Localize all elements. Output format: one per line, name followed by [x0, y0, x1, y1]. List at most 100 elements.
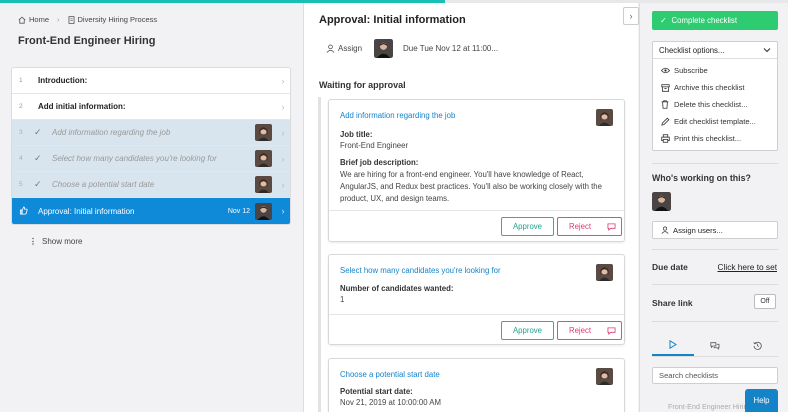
- chevron-right-icon: ›: [57, 15, 60, 24]
- avatar: [255, 202, 272, 220]
- task-list: 1 Introduction: › 2 Add initial informat…: [11, 67, 291, 225]
- task-label: Approval: Initial information: [38, 206, 135, 216]
- task-item[interactable]: 4 ✓ Select how many candidates you're lo…: [12, 146, 290, 172]
- approve-button[interactable]: Approve: [501, 217, 554, 236]
- more-vertical-icon: ⋮: [29, 237, 37, 246]
- chevron-right-icon: ›: [281, 153, 285, 164]
- menu-item-print[interactable]: Print this checklist...: [653, 130, 777, 147]
- task-item[interactable]: 3 ✓ Add information regarding the job ›: [12, 120, 290, 146]
- menu-item-label: Archive this checklist: [674, 83, 745, 92]
- menu-item-archive[interactable]: Archive this checklist: [653, 79, 777, 96]
- approval-card: Choose a potential start date Potential …: [328, 358, 625, 412]
- divider: [652, 321, 778, 322]
- field-value: Nov 21, 2019 at 10:00:00 AM: [340, 398, 441, 407]
- avatar: [596, 264, 613, 281]
- task-item-active[interactable]: Approval: Initial information Nov 12 ›: [12, 198, 290, 224]
- task-item[interactable]: 5 ✓ Choose a potential start date ›: [12, 172, 290, 198]
- field-label: Potential start date:: [340, 387, 413, 396]
- field-value: Front-End Engineer: [340, 141, 409, 150]
- timeline-rail: [318, 97, 321, 412]
- menu-item-subscribe[interactable]: Subscribe: [653, 62, 777, 79]
- home-icon: [18, 16, 26, 24]
- field-value: 1: [340, 295, 345, 304]
- approve-button[interactable]: Approve: [501, 321, 554, 340]
- card-title[interactable]: Select how many candidates you're lookin…: [340, 266, 501, 275]
- menu-item-label: Delete this checklist...: [674, 100, 748, 109]
- card-title[interactable]: Choose a potential start date: [340, 370, 440, 379]
- set-due-date-link[interactable]: Click here to set: [718, 262, 777, 272]
- avatar: [596, 109, 613, 126]
- assign-button[interactable]: Assign: [326, 44, 362, 53]
- avatar: [255, 150, 272, 167]
- comment-button[interactable]: [602, 321, 622, 340]
- chevron-right-icon: ›: [281, 75, 285, 86]
- play-icon: [669, 340, 677, 349]
- chevron-right-icon: ›: [281, 179, 285, 190]
- checklist-title: Front-End Engineer Hiring: [18, 35, 156, 47]
- task-item[interactable]: 1 Introduction: ›: [12, 68, 290, 94]
- task-title: Approval: Initial information: [319, 14, 466, 26]
- task-label: Choose a potential start date: [52, 180, 155, 189]
- task-number: 2: [19, 103, 23, 110]
- breadcrumb-home[interactable]: Home: [18, 15, 49, 24]
- due-date-text[interactable]: Due Tue Nov 12 at 11:00...: [403, 44, 498, 53]
- task-meta: Assign Due Tue Nov 12 at 11:00...: [326, 39, 498, 58]
- breadcrumb-home-label: Home: [29, 15, 50, 24]
- task-label: Add information regarding the job: [52, 128, 171, 137]
- archive-icon: [659, 83, 671, 92]
- share-link-toggle[interactable]: Off: [754, 294, 776, 309]
- search-checklists-input[interactable]: [652, 367, 778, 384]
- user-icon: [661, 226, 669, 234]
- breadcrumb: Home › Diversity Hiring Process: [18, 15, 157, 24]
- print-icon: [659, 134, 671, 143]
- menu-item-delete[interactable]: Delete this checklist...: [653, 96, 777, 113]
- task-detail-panel: Approval: Initial information Assign Due…: [303, 3, 638, 412]
- comment-icon: [607, 326, 616, 335]
- comments-icon: [710, 341, 720, 350]
- checkmark-icon[interactable]: ✓: [34, 153, 48, 164]
- task-item[interactable]: 2 Add initial information: ›: [12, 94, 290, 120]
- waiting-heading: Waiting for approval: [319, 80, 406, 90]
- divider: [652, 163, 778, 164]
- avatar[interactable]: [652, 192, 671, 211]
- menu-item-label: Print this checklist...: [674, 134, 742, 143]
- card-title[interactable]: Add information regarding the job: [340, 111, 455, 120]
- checklist-options-menu: Checklist options... Subscribe Archive t…: [652, 41, 778, 151]
- field-label: Job title:: [340, 130, 373, 139]
- collapse-sidebar-button[interactable]: ›: [623, 7, 639, 25]
- due-date-label: Due date: [652, 262, 688, 272]
- complete-checklist-button[interactable]: ✓ Complete checklist: [652, 11, 778, 30]
- comment-button[interactable]: [602, 217, 622, 236]
- task-number: 1: [19, 77, 23, 84]
- avatar[interactable]: [374, 39, 394, 58]
- checklist-options-dropdown[interactable]: Checklist options...: [653, 42, 777, 59]
- tab-comments[interactable]: [694, 335, 736, 356]
- show-more-button[interactable]: ⋮ Show more: [29, 237, 82, 246]
- assign-users-button[interactable]: Assign users...: [652, 221, 778, 239]
- reject-button[interactable]: Reject: [557, 321, 603, 340]
- avatar: [596, 368, 613, 385]
- chevron-right-icon: ›: [629, 11, 633, 21]
- avatar: [255, 176, 272, 193]
- recent-checklist-item[interactable]: Front-End Engineer Hiring: [668, 402, 752, 411]
- tab-history[interactable]: [736, 335, 778, 356]
- breadcrumb-process[interactable]: Diversity Hiring Process: [68, 15, 157, 24]
- task-due-date: Nov 12: [227, 207, 250, 215]
- eye-icon: [659, 67, 671, 74]
- complete-label: Complete checklist: [671, 16, 737, 25]
- checkmark-icon[interactable]: ✓: [34, 179, 48, 190]
- help-button[interactable]: Help: [745, 389, 778, 412]
- checklist-panel: Home › Diversity Hiring Process Front-En…: [0, 3, 302, 412]
- assign-label: Assign: [338, 44, 363, 53]
- checkmark-icon[interactable]: ✓: [34, 127, 48, 138]
- chevron-right-icon: ›: [281, 101, 285, 112]
- working-heading: Who's working on this?: [652, 173, 751, 183]
- chevron-right-icon: ›: [281, 127, 285, 138]
- sidebar-tabs: [652, 335, 778, 357]
- comment-icon: [607, 222, 616, 231]
- tab-activity[interactable]: [652, 335, 694, 356]
- chevron-right-icon: ›: [281, 206, 285, 216]
- trash-icon: [659, 100, 671, 109]
- menu-item-edit-template[interactable]: Edit checklist template...: [653, 113, 777, 130]
- reject-button[interactable]: Reject: [557, 217, 603, 236]
